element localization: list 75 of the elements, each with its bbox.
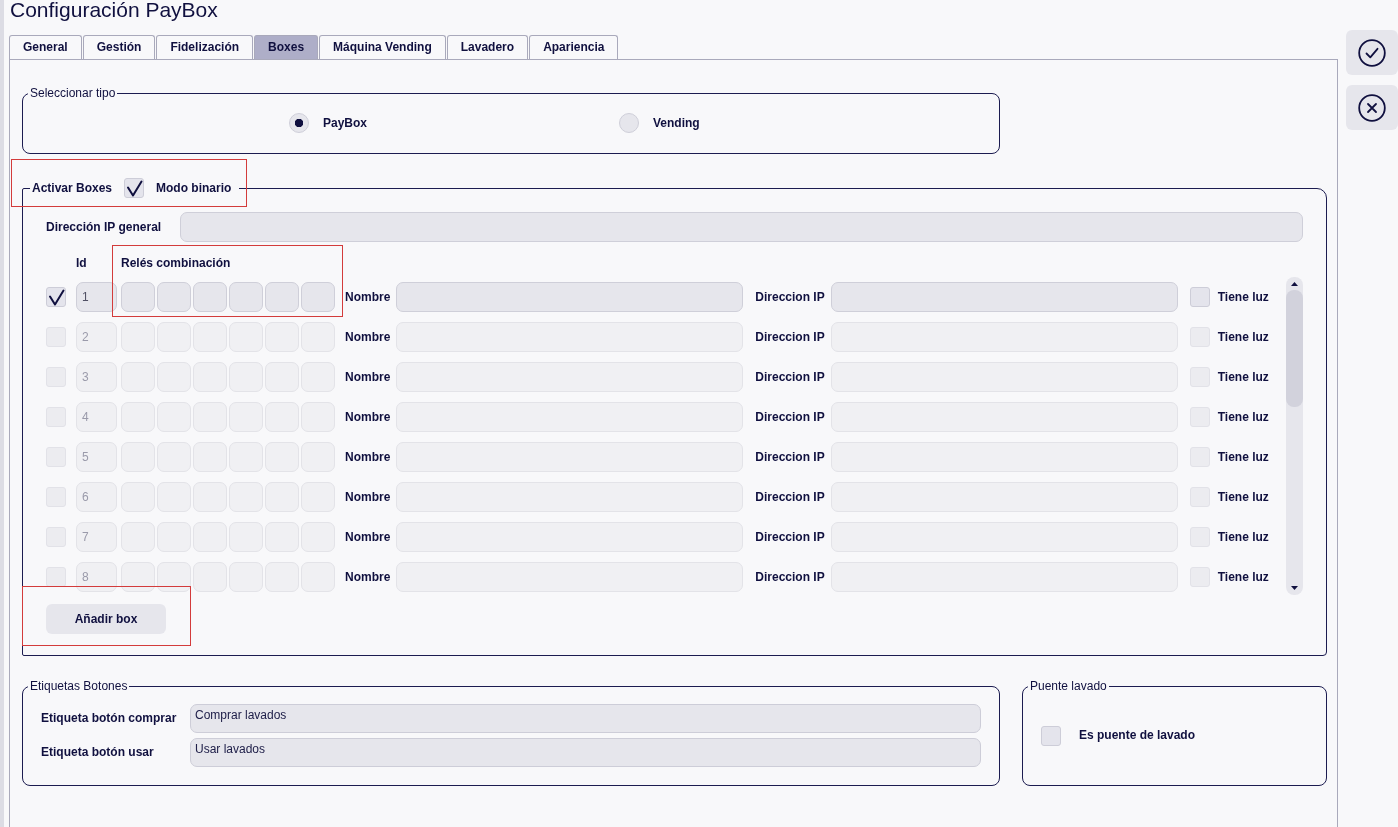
scrollbar-thumb[interactable] xyxy=(1286,290,1303,407)
field-label: Nombre xyxy=(345,289,391,305)
close-circle-icon xyxy=(1358,93,1386,122)
checkbox[interactable] xyxy=(124,178,145,198)
relay-field[interactable] xyxy=(301,282,335,312)
checkbox-label: Tiene luz xyxy=(1217,289,1269,305)
check-circle-icon xyxy=(1358,38,1386,67)
field-label: Direccion IP xyxy=(755,369,825,385)
radio-label: PayBox xyxy=(323,115,368,131)
group-legend: Puente lavado xyxy=(1028,679,1109,694)
checkmark-icon xyxy=(125,179,143,197)
relay-field[interactable] xyxy=(121,282,155,312)
tab[interactable]: General xyxy=(9,35,82,59)
checkbox-label: Tiene luz xyxy=(1217,329,1269,345)
confirm-button[interactable] xyxy=(1346,30,1398,75)
field-label: Direccion IP xyxy=(755,289,825,305)
radio-button[interactable] xyxy=(619,113,639,133)
checkbox-label: Tiene luz xyxy=(1217,449,1269,465)
checkbox-label: Es puente de lavado xyxy=(1079,728,1196,743)
relay-field[interactable] xyxy=(157,282,191,312)
field-label: Dirección IP general xyxy=(46,219,163,235)
field-label: Direccion IP xyxy=(755,329,825,345)
column-header: Relés combinación xyxy=(121,256,231,271)
field-label: Nombre xyxy=(345,409,391,425)
checkbox-label: Tiene luz xyxy=(1217,369,1269,385)
tab[interactable]: Fidelización xyxy=(156,35,254,59)
radio-button[interactable] xyxy=(289,113,309,133)
checkbox-label: Tiene luz xyxy=(1217,569,1269,585)
field-label: Etiqueta botón comprar xyxy=(41,711,178,726)
field-label: Nombre xyxy=(345,489,391,505)
group-legend: Activar Boxes xyxy=(32,180,113,196)
tab[interactable]: Lavadero xyxy=(446,35,529,59)
group-legend: Seleccionar tipo xyxy=(28,86,118,101)
radio-label: Vending xyxy=(653,115,700,131)
checkmark-icon xyxy=(47,288,65,306)
input-field[interactable]: Comprar lavados xyxy=(190,704,981,733)
tab[interactable]: Gestión xyxy=(82,35,156,59)
page-title: Configuración PayBox xyxy=(10,0,219,23)
checkbox[interactable] xyxy=(1041,725,1061,746)
input-field[interactable] xyxy=(830,282,1178,312)
scroll-up-icon[interactable] xyxy=(1291,282,1298,286)
checkbox-label: Tiene luz xyxy=(1217,409,1269,425)
checkbox[interactable] xyxy=(46,287,66,307)
input-field[interactable] xyxy=(180,212,1303,242)
input-field[interactable]: Usar lavados xyxy=(190,738,981,767)
tab[interactable]: Máquina Vending xyxy=(319,35,446,59)
tab[interactable]: Apariencia xyxy=(529,35,619,59)
field-label: Nombre xyxy=(345,369,391,385)
checkbox-label: Modo binario xyxy=(156,180,232,196)
field-label: Direccion IP xyxy=(755,489,825,505)
tab[interactable]: Boxes xyxy=(254,35,319,59)
relay-field[interactable] xyxy=(229,282,263,312)
field-label: Nombre xyxy=(345,569,391,585)
input-field[interactable] xyxy=(396,282,744,312)
checkbox-label: Tiene luz xyxy=(1217,529,1269,545)
checkbox[interactable] xyxy=(1189,287,1210,307)
field-label: Nombre xyxy=(345,329,391,345)
field-label: Nombre xyxy=(345,529,391,545)
group-legend: Etiquetas Botones xyxy=(28,679,130,694)
scroll-down-icon[interactable] xyxy=(1291,586,1298,590)
checkbox-label: Tiene luz xyxy=(1217,489,1269,505)
column-header: Id xyxy=(76,256,88,271)
scrollbar[interactable] xyxy=(1286,277,1303,595)
field-label: Direccion IP xyxy=(755,529,825,545)
relay-field[interactable] xyxy=(193,282,227,312)
add-box-button[interactable]: Añadir box xyxy=(46,604,166,634)
field-label: Etiqueta botón usar xyxy=(41,745,155,760)
id-field[interactable]: 1 xyxy=(76,282,117,312)
field-label: Direccion IP xyxy=(755,569,825,585)
field-label: Nombre xyxy=(345,449,391,465)
checkbox[interactable] xyxy=(46,567,66,587)
cancel-button[interactable] xyxy=(1346,85,1398,130)
field-label: Direccion IP xyxy=(755,409,825,425)
field-label: Direccion IP xyxy=(755,449,825,465)
relay-field[interactable] xyxy=(265,282,299,312)
